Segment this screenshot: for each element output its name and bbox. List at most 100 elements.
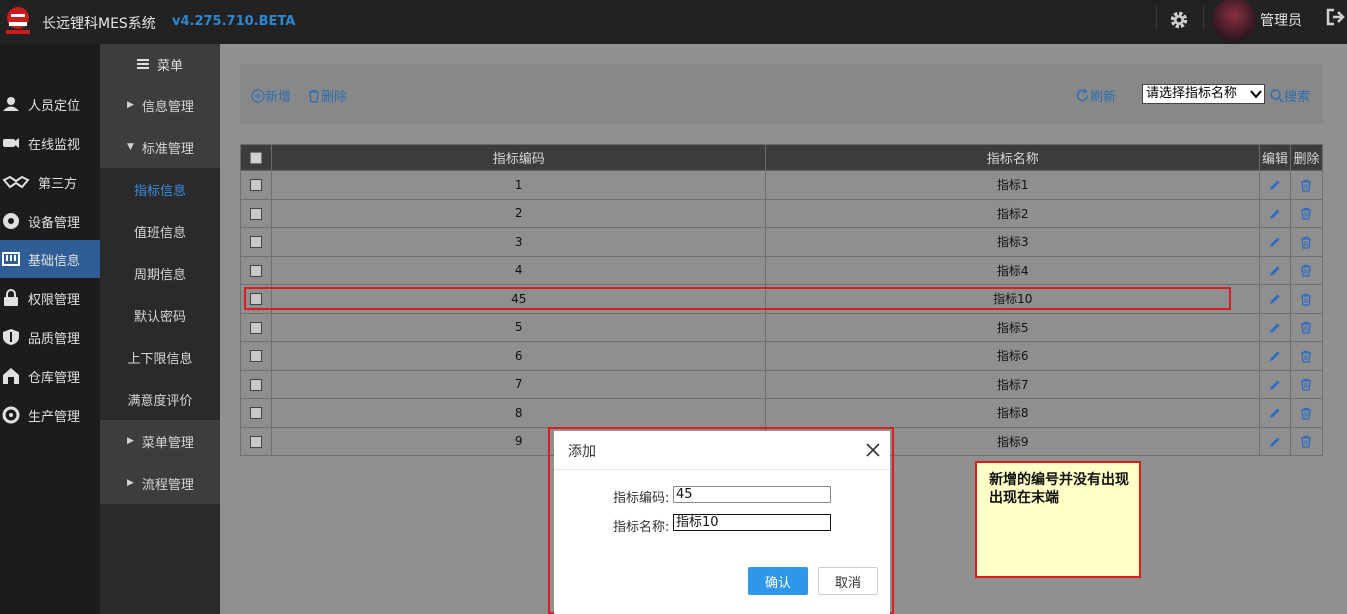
row-select-cell[interactable] (240, 255, 272, 285)
row-checkbox[interactable] (249, 179, 262, 192)
row-checkbox[interactable] (249, 321, 262, 334)
sub-item-duty-info[interactable]: 值班信息 (100, 210, 220, 252)
select-all-checkbox[interactable] (249, 151, 262, 164)
trash-icon[interactable] (1300, 207, 1312, 220)
logout-icon[interactable] (1325, 7, 1347, 27)
nav-item-permission[interactable]: 权限管理 (0, 279, 100, 317)
edit-cell[interactable] (1259, 426, 1291, 456)
delete-cell[interactable] (1289, 426, 1324, 456)
pencil-icon[interactable] (1269, 407, 1281, 419)
row-select-cell[interactable] (240, 312, 272, 342)
delete-cell[interactable] (1289, 341, 1324, 371)
nav-item-production[interactable]: 生产管理 (0, 396, 100, 434)
cancel-button[interactable]: 取消 (818, 567, 878, 595)
edit-cell[interactable] (1259, 312, 1291, 342)
menu-toggle[interactable]: 菜单 (100, 44, 220, 84)
row-checkbox[interactable] (249, 378, 262, 391)
edit-cell[interactable] (1259, 170, 1291, 200)
pencil-icon[interactable] (1269, 436, 1281, 448)
trash-icon[interactable] (1300, 321, 1312, 334)
delete-cell[interactable] (1289, 284, 1324, 314)
row-checkbox[interactable] (249, 236, 262, 249)
delete-cell[interactable] (1289, 369, 1324, 399)
edit-cell[interactable] (1259, 341, 1291, 371)
table-row[interactable]: 6 指标6 (240, 341, 1324, 371)
edit-cell[interactable] (1259, 284, 1291, 314)
nav-item-online-monitor[interactable]: 在线监视 (0, 124, 100, 162)
row-select-cell[interactable] (240, 170, 272, 200)
nav-item-third-party[interactable]: 第三方 (0, 163, 100, 201)
edit-cell[interactable] (1259, 369, 1291, 399)
sub-group-standard-management[interactable]: ▼ 标准管理 (100, 126, 220, 168)
row-checkbox[interactable] (249, 407, 262, 420)
delete-cell[interactable] (1289, 398, 1324, 428)
table-row[interactable]: 4 指标4 (240, 255, 1324, 285)
delete-button[interactable]: 删除 (307, 86, 347, 105)
trash-icon[interactable] (1300, 435, 1312, 448)
sub-group-info-management[interactable]: ▶ 信息管理 (100, 84, 220, 126)
trash-icon[interactable] (1300, 378, 1312, 391)
pencil-icon[interactable] (1269, 208, 1281, 220)
table-row[interactable]: 8 指标8 (240, 398, 1324, 428)
pencil-icon[interactable] (1269, 179, 1281, 191)
delete-cell[interactable] (1289, 255, 1324, 285)
sub-item-default-password[interactable]: 默认密码 (100, 294, 220, 336)
delete-cell[interactable] (1289, 227, 1324, 257)
row-checkbox[interactable] (249, 435, 262, 448)
row-select-cell[interactable] (240, 398, 272, 428)
sub-item-indicator-info[interactable]: 指标信息 (100, 168, 220, 210)
close-icon[interactable] (866, 443, 880, 457)
nav-item-basic-info[interactable]: 基础信息 (0, 240, 100, 278)
table-row[interactable]: 1 指标1 (240, 170, 1324, 200)
sub-group-menu-management[interactable]: ▶ 菜单管理 (100, 420, 220, 462)
row-checkbox[interactable] (249, 207, 262, 220)
table-row[interactable]: 5 指标5 (240, 312, 1324, 342)
pencil-icon[interactable] (1269, 265, 1281, 277)
row-select-cell[interactable] (240, 369, 272, 399)
row-checkbox[interactable] (249, 350, 262, 363)
sub-item-satisfaction[interactable]: 满意度评价 (100, 378, 220, 420)
trash-icon[interactable] (1300, 264, 1312, 277)
select-all-cell[interactable] (240, 144, 272, 171)
pencil-icon[interactable] (1269, 236, 1281, 248)
gear-icon[interactable] (1167, 8, 1191, 32)
confirm-button[interactable]: 确认 (748, 567, 808, 595)
edit-cell[interactable] (1259, 227, 1291, 257)
row-select-cell[interactable] (240, 341, 272, 371)
delete-cell[interactable] (1289, 170, 1324, 200)
trash-icon[interactable] (1300, 293, 1312, 306)
user-name[interactable]: 管理员 (1260, 10, 1302, 30)
sub-item-cycle-info[interactable]: 周期信息 (100, 252, 220, 294)
edit-cell[interactable] (1259, 198, 1291, 228)
delete-cell[interactable] (1289, 198, 1324, 228)
avatar[interactable] (1212, 0, 1256, 42)
table-row[interactable]: 7 指标7 (240, 369, 1324, 399)
table-row[interactable]: 3 指标3 (240, 227, 1324, 257)
sub-item-limit-info[interactable]: 上下限信息 (100, 336, 220, 378)
row-select-cell[interactable] (240, 198, 272, 228)
edit-cell[interactable] (1259, 255, 1291, 285)
code-input[interactable]: 45 (673, 486, 831, 503)
pencil-icon[interactable] (1269, 293, 1281, 305)
pencil-icon[interactable] (1269, 350, 1281, 362)
pencil-icon[interactable] (1269, 379, 1281, 391)
indicator-name-select[interactable]: 请选择指标名称 (1142, 84, 1265, 104)
nav-item-personnel-location[interactable]: 人员定位 (0, 85, 100, 123)
row-select-cell[interactable] (240, 426, 272, 456)
row-select-cell[interactable] (240, 227, 272, 257)
search-button[interactable]: 搜索 (1270, 86, 1310, 105)
refresh-button[interactable]: 刷新 (1075, 86, 1116, 105)
delete-cell[interactable] (1289, 312, 1324, 342)
nav-item-quality[interactable]: 品质管理 (0, 318, 100, 356)
row-checkbox[interactable] (249, 264, 262, 277)
nav-item-warehouse[interactable]: 仓库管理 (0, 357, 100, 395)
sub-group-process-management[interactable]: ▶ 流程管理 (100, 462, 220, 504)
table-row[interactable]: 2 指标2 (240, 198, 1324, 228)
trash-icon[interactable] (1300, 407, 1312, 420)
trash-icon[interactable] (1300, 350, 1312, 363)
name-input[interactable]: 指标10 (673, 514, 831, 531)
edit-cell[interactable] (1259, 398, 1291, 428)
pencil-icon[interactable] (1269, 322, 1281, 334)
nav-item-device-management[interactable]: 设备管理 (0, 202, 100, 240)
trash-icon[interactable] (1300, 179, 1312, 192)
